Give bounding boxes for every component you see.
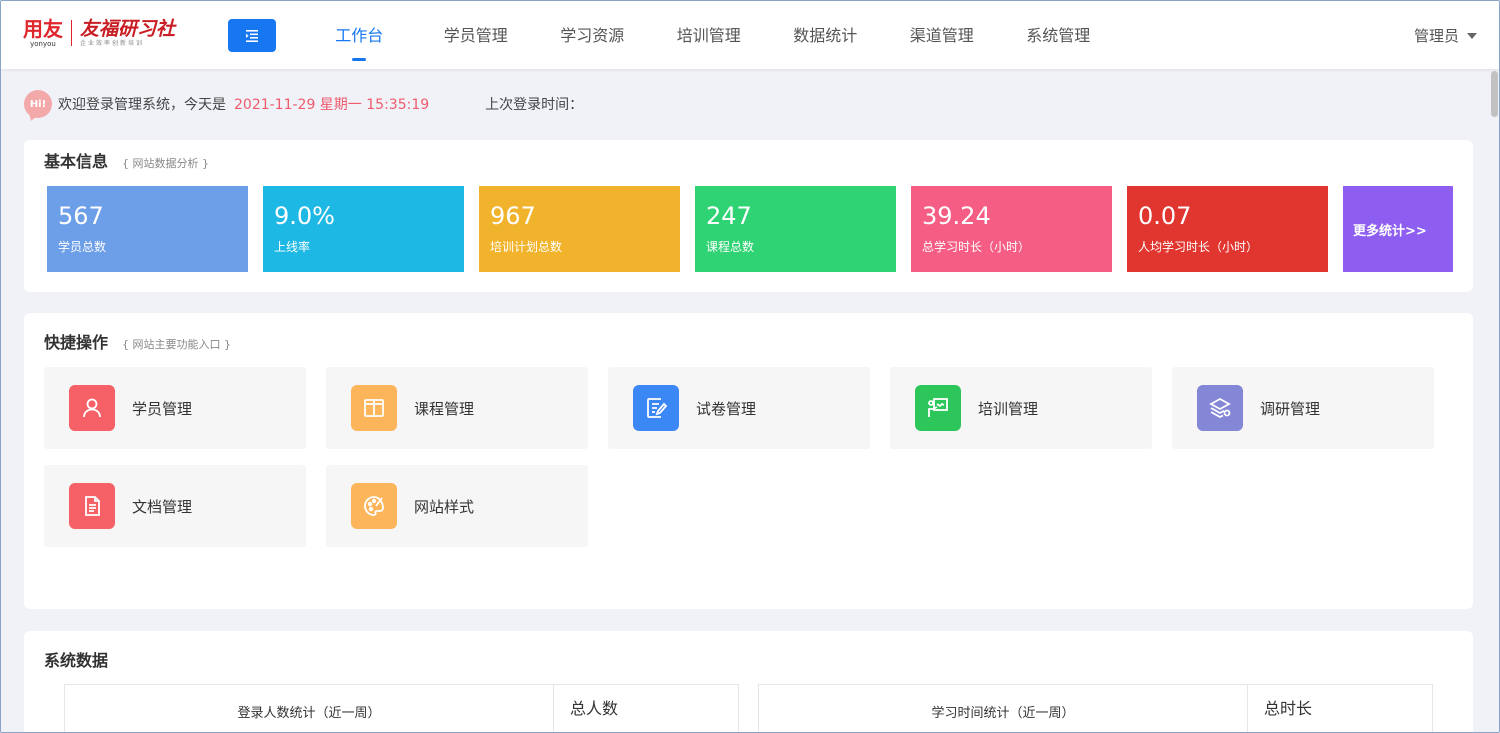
menu-indent-icon xyxy=(246,29,258,42)
basic-info-title: 基本信息 xyxy=(44,152,109,171)
shortcuts-title: 快捷操作 xyxy=(44,333,109,352)
welcome-text: 欢迎登录管理系统，今天是 xyxy=(58,97,226,113)
shortcut-training[interactable]: 培训管理 xyxy=(890,367,1152,449)
login-count-table: 登录人数统计（近一周） 总人数 xyxy=(64,684,739,732)
youfu-logo-text: 友福研习社 xyxy=(80,18,176,40)
stat-label: 人均学习时长（小时） xyxy=(1138,240,1259,254)
hi-icon-text: Hi! xyxy=(29,98,47,110)
user-icon xyxy=(69,385,115,431)
system-data-title: 系统数据 xyxy=(44,651,109,670)
stat-label: 总学习时长（小时） xyxy=(922,240,1031,254)
vertical-scrollbar[interactable] xyxy=(1491,71,1498,117)
stat-value: 39.24 xyxy=(922,202,991,230)
basic-info-header: 基本信息 { 网站数据分析 } xyxy=(44,148,209,172)
stat-student-total[interactable]: 567 学员总数 xyxy=(47,186,248,272)
yonyou-logo: 用友 yonyou xyxy=(23,18,63,48)
shortcut-label: 调研管理 xyxy=(1260,399,1321,418)
exam-edit-icon xyxy=(633,385,679,431)
study-time-table: 学习时间统计（近一周） 总时长 xyxy=(758,684,1433,732)
logo[interactable]: 用友 yonyou 友福研习社 企业效率创新培训 xyxy=(23,18,175,52)
stat-value: 967 xyxy=(490,202,536,230)
youfu-logo: 友福研习社 企业效率创新培训 xyxy=(80,18,175,48)
user-name: 管理员 xyxy=(1413,27,1459,45)
shortcut-students[interactable]: 学员管理 xyxy=(44,367,306,449)
stat-value: 9.0% xyxy=(274,202,335,230)
stat-avg-hours[interactable]: 0.07 人均学习时长（小时） xyxy=(1127,186,1328,272)
system-data-header: 系统数据 xyxy=(44,647,108,671)
stat-label: 培训计划总数 xyxy=(490,240,563,254)
system-data-card: 系统数据 登录人数统计（近一周） 总人数 学习时间统计（近一周） 总时长 xyxy=(24,631,1473,732)
document-icon xyxy=(69,483,115,529)
menu-toggle-button[interactable] xyxy=(228,19,276,52)
shortcut-label: 培训管理 xyxy=(978,399,1039,418)
shortcut-label: 课程管理 xyxy=(414,399,475,418)
shortcut-courses[interactable]: 课程管理 xyxy=(326,367,588,449)
basic-info-card: 基本信息 { 网站数据分析 } 567 学员总数 9.0% 上线率 967 培训计划总数 2… xyxy=(24,140,1473,292)
shortcut-documents[interactable]: 文档管理 xyxy=(44,465,306,547)
welcome-bar: Hi! 欢迎登录管理系统，今天是 2021-11-29 星期一 15:35:19… xyxy=(24,89,583,119)
login-total-header: 总人数 xyxy=(570,699,619,718)
palette-icon xyxy=(351,483,397,529)
training-board-icon xyxy=(915,385,961,431)
shortcuts-header: 快捷操作 { 网站主要功能入口 } xyxy=(44,329,231,353)
shortcut-label: 学员管理 xyxy=(132,399,193,418)
stat-online-rate[interactable]: 9.0% 上线率 xyxy=(263,186,464,272)
shortcut-exams[interactable]: 试卷管理 xyxy=(608,367,870,449)
stat-value: 0.07 xyxy=(1138,202,1192,230)
login-count-header: 登录人数统计（近一周） xyxy=(65,685,554,732)
stat-total-hours[interactable]: 39.24 总学习时长（小时） xyxy=(911,186,1112,272)
stat-course-total[interactable]: 247 课程总数 xyxy=(695,186,896,272)
stat-label: 课程总数 xyxy=(706,240,755,254)
shortcut-site-style[interactable]: 网站样式 xyxy=(326,465,588,547)
study-total-header: 总时长 xyxy=(1264,699,1313,718)
study-time-header: 学习时间统计（近一周） xyxy=(759,685,1248,732)
caret-down-icon xyxy=(1467,33,1477,39)
stat-training-plans[interactable]: 967 培训计划总数 xyxy=(479,186,680,272)
stat-value: 247 xyxy=(706,202,752,230)
survey-layers-icon xyxy=(1197,385,1243,431)
app-window: 用友 yonyou 友福研习社 企业效率创新培训 工作台 学员管理 学习资源 培… xyxy=(0,0,1500,733)
shortcut-surveys[interactable]: 调研管理 xyxy=(1172,367,1434,449)
more-stats-label: 更多统计>> xyxy=(1353,223,1427,239)
shortcut-label: 文档管理 xyxy=(132,497,193,516)
logo-divider xyxy=(71,20,72,46)
stat-label: 学员总数 xyxy=(58,240,107,254)
stat-label: 上线率 xyxy=(274,240,311,254)
stat-value: 567 xyxy=(58,202,104,230)
last-login-label: 上次登录时间： xyxy=(485,97,584,113)
basic-info-subtitle: { 网站数据分析 } xyxy=(122,157,210,170)
more-stats-button[interactable]: 更多统计>> xyxy=(1343,186,1453,272)
youfu-logo-sub: 企业效率创新培训 xyxy=(80,40,145,47)
nav-item-training[interactable]: 培训管理 xyxy=(651,1,768,69)
nav-item-students[interactable]: 学员管理 xyxy=(418,1,535,69)
user-menu[interactable]: 管理员 xyxy=(1414,1,1477,71)
yonyou-logo-text: 用友 xyxy=(23,17,63,41)
yonyou-logo-sub: yonyou xyxy=(30,40,56,48)
shortcuts-subtitle: { 网站主要功能入口 } xyxy=(122,338,232,351)
nav-item-resources[interactable]: 学习资源 xyxy=(534,1,651,69)
nav-item-channels[interactable]: 渠道管理 xyxy=(884,1,1001,69)
shortcut-label: 试卷管理 xyxy=(696,399,757,418)
main-nav: 工作台 学员管理 学习资源 培训管理 数据统计 渠道管理 系统管理 xyxy=(301,1,1117,69)
hi-greeting-icon: Hi! xyxy=(24,90,52,118)
book-icon xyxy=(351,385,397,431)
shortcut-label: 网站样式 xyxy=(414,497,475,516)
top-header: 用友 yonyou 友福研习社 企业效率创新培训 工作台 学员管理 学习资源 培… xyxy=(1,1,1499,69)
shortcuts-card: 快捷操作 { 网站主要功能入口 } 学员管理 课程管理 试卷管理 培训管理 调研管理文档… xyxy=(24,313,1473,609)
nav-item-workbench[interactable]: 工作台 xyxy=(301,1,418,69)
nav-item-system[interactable]: 系统管理 xyxy=(1000,1,1117,69)
current-datetime: 2021-11-29 星期一 15:35:19 xyxy=(234,97,430,113)
nav-item-statistics[interactable]: 数据统计 xyxy=(767,1,884,69)
